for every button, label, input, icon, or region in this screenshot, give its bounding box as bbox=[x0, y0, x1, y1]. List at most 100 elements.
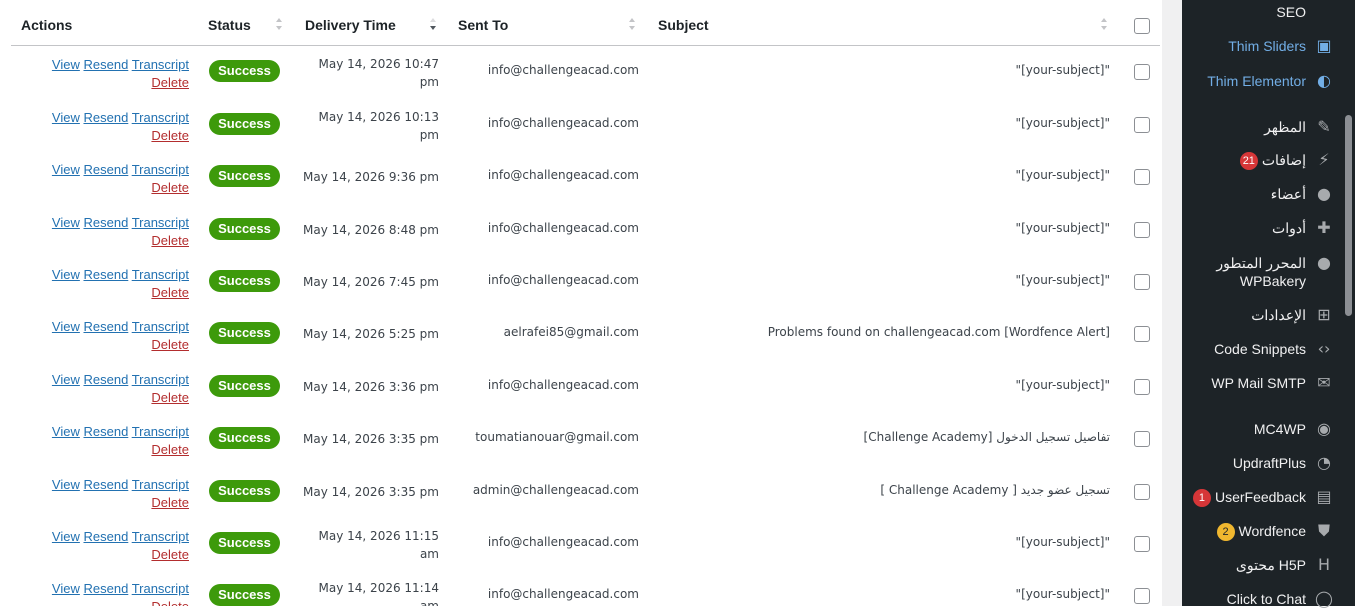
sidebar-item-label: أدوات bbox=[1272, 220, 1306, 236]
resend-link[interactable]: Resend bbox=[83, 110, 128, 125]
table-row: View Resend Transcript Delete Success Ma… bbox=[0, 466, 1182, 518]
row-checkbox[interactable] bbox=[1134, 64, 1150, 80]
delete-link[interactable]: Delete bbox=[151, 442, 189, 457]
delete-link[interactable]: Delete bbox=[151, 180, 189, 195]
row-checkbox[interactable] bbox=[1134, 588, 1150, 604]
transcript-link[interactable]: Transcript bbox=[132, 581, 189, 596]
sidebar-item-11[interactable]: MC4WP bbox=[1254, 420, 1306, 438]
transcript-link[interactable]: Transcript bbox=[132, 267, 189, 282]
transcript-link[interactable]: Transcript bbox=[132, 57, 189, 72]
view-link[interactable]: View bbox=[52, 162, 80, 177]
mc4wp-icon: ◉ bbox=[1317, 419, 1331, 438]
view-link[interactable]: View bbox=[52, 57, 80, 72]
column-subject[interactable]: Subject bbox=[658, 17, 709, 33]
transcript-link[interactable]: Transcript bbox=[132, 424, 189, 439]
resend-link[interactable]: Resend bbox=[83, 529, 128, 544]
sidebar-item-16[interactable]: Click to Chat bbox=[1227, 590, 1306, 608]
row-checkbox[interactable] bbox=[1134, 274, 1150, 290]
transcript-link[interactable]: Transcript bbox=[132, 529, 189, 544]
row-checkbox[interactable] bbox=[1134, 379, 1150, 395]
column-sent-to[interactable]: Sent To bbox=[458, 17, 508, 33]
sidebar-item-label: محتوى H5P bbox=[1235, 557, 1306, 573]
view-link[interactable]: View bbox=[52, 529, 80, 544]
resend-link[interactable]: Resend bbox=[83, 477, 128, 492]
sidebar-item-15[interactable]: محتوى H5P bbox=[1236, 556, 1306, 574]
transcript-link[interactable]: Transcript bbox=[132, 477, 189, 492]
view-link[interactable]: View bbox=[52, 319, 80, 334]
delete-link[interactable]: Delete bbox=[151, 495, 189, 510]
sidebar-item-6[interactable]: أدوات bbox=[1272, 219, 1306, 237]
sidebar-item-12[interactable]: UpdraftPlus bbox=[1233, 454, 1306, 472]
transcript-link[interactable]: Transcript bbox=[132, 319, 189, 334]
table-row: View Resend Transcript Delete Success Ma… bbox=[0, 151, 1182, 203]
row-checkbox[interactable] bbox=[1134, 222, 1150, 238]
delete-link[interactable]: Delete bbox=[151, 233, 189, 248]
delete-link[interactable]: Delete bbox=[151, 337, 189, 352]
sidebar-item-4[interactable]: 21 إضافات bbox=[1236, 151, 1306, 171]
view-link[interactable]: View bbox=[52, 477, 80, 492]
sidebar-item-14[interactable]: 2 Wordfence bbox=[1213, 522, 1306, 542]
sidebar-item-label: Wordfence bbox=[1238, 523, 1306, 539]
view-link[interactable]: View bbox=[52, 372, 80, 387]
row-checkbox[interactable] bbox=[1134, 326, 1150, 342]
row-actions: View Resend Transcript Delete bbox=[40, 423, 189, 459]
view-link[interactable]: View bbox=[52, 267, 80, 282]
delivery-time-line1: May 14, 2026 3:36 pm bbox=[303, 380, 439, 394]
sidebar-count-badge: 1 bbox=[1192, 489, 1211, 508]
row-checkbox[interactable] bbox=[1134, 117, 1150, 133]
sidebar-scroll-thumb[interactable] bbox=[1345, 115, 1352, 316]
resend-link[interactable]: Resend bbox=[83, 215, 128, 230]
sidebar-item-10[interactable]: WP Mail SMTP bbox=[1211, 374, 1306, 392]
sidebar-item-9[interactable]: Code Snippets bbox=[1214, 340, 1306, 358]
sort-sent-to-icon[interactable] bbox=[629, 18, 635, 32]
sidebar-item-0[interactable]: SEO bbox=[1276, 3, 1306, 21]
sort-delivery-time-icon[interactable] bbox=[430, 18, 436, 32]
sidebar-item-7[interactable]: المحرر المتطور WPBakery bbox=[1216, 254, 1306, 290]
resend-link[interactable]: Resend bbox=[83, 581, 128, 596]
sidebar-item-1[interactable]: Thim Sliders bbox=[1228, 37, 1306, 55]
column-status[interactable]: Status bbox=[208, 17, 251, 33]
view-link[interactable]: View bbox=[52, 581, 80, 596]
sidebar-item-13[interactable]: 1 UserFeedback bbox=[1189, 488, 1306, 508]
select-all-checkbox[interactable] bbox=[1134, 18, 1150, 34]
delete-link[interactable]: Delete bbox=[151, 128, 189, 143]
transcript-link[interactable]: Transcript bbox=[132, 162, 189, 177]
sort-subject-icon[interactable] bbox=[1101, 18, 1107, 32]
row-checkbox[interactable] bbox=[1134, 484, 1150, 500]
row-checkbox[interactable] bbox=[1134, 431, 1150, 447]
resend-link[interactable]: Resend bbox=[83, 372, 128, 387]
delete-link[interactable]: Delete bbox=[151, 547, 189, 562]
resend-link[interactable]: Resend bbox=[83, 424, 128, 439]
row-checkbox[interactable] bbox=[1134, 169, 1150, 185]
sidebar-item-label: الإعدادات bbox=[1251, 307, 1306, 323]
scrollbar-track[interactable] bbox=[1162, 0, 1182, 606]
row-actions: View Resend Transcript Delete bbox=[40, 214, 189, 250]
sort-status-icon[interactable] bbox=[276, 18, 282, 32]
transcript-link[interactable]: Transcript bbox=[132, 215, 189, 230]
table-row: View Resend Transcript Delete Success Ma… bbox=[0, 204, 1182, 256]
sidebar-item-3[interactable]: المظهر bbox=[1264, 118, 1306, 136]
resend-link[interactable]: Resend bbox=[83, 162, 128, 177]
delete-link[interactable]: Delete bbox=[151, 390, 189, 405]
view-link[interactable]: View bbox=[52, 424, 80, 439]
row-actions: View Resend Transcript Delete bbox=[40, 56, 189, 92]
transcript-link[interactable]: Transcript bbox=[132, 372, 189, 387]
view-link[interactable]: View bbox=[52, 110, 80, 125]
resend-link[interactable]: Resend bbox=[83, 319, 128, 334]
wordfence-icon: ⛊ bbox=[1317, 521, 1330, 540]
delete-link[interactable]: Delete bbox=[151, 285, 189, 300]
delete-link[interactable]: Delete bbox=[151, 75, 189, 90]
row-checkbox[interactable] bbox=[1134, 536, 1150, 552]
resend-link[interactable]: Resend bbox=[83, 267, 128, 282]
transcript-link[interactable]: Transcript bbox=[132, 110, 189, 125]
sidebar-item-label: Code Snippets bbox=[1214, 341, 1306, 357]
view-link[interactable]: View bbox=[52, 215, 80, 230]
sidebar-item-5[interactable]: أعضاء bbox=[1271, 185, 1306, 203]
delete-link[interactable]: Delete bbox=[151, 599, 189, 606]
column-delivery-time[interactable]: Delivery Time bbox=[305, 17, 396, 33]
sent-to-email: info@challengeacad.com bbox=[487, 168, 639, 182]
delivery-time: May 14, 2026 3:35 pm bbox=[300, 483, 439, 501]
resend-link[interactable]: Resend bbox=[83, 57, 128, 72]
sidebar-item-2[interactable]: Thim Elementor bbox=[1207, 72, 1306, 90]
sidebar-item-8[interactable]: الإعدادات bbox=[1251, 306, 1306, 324]
